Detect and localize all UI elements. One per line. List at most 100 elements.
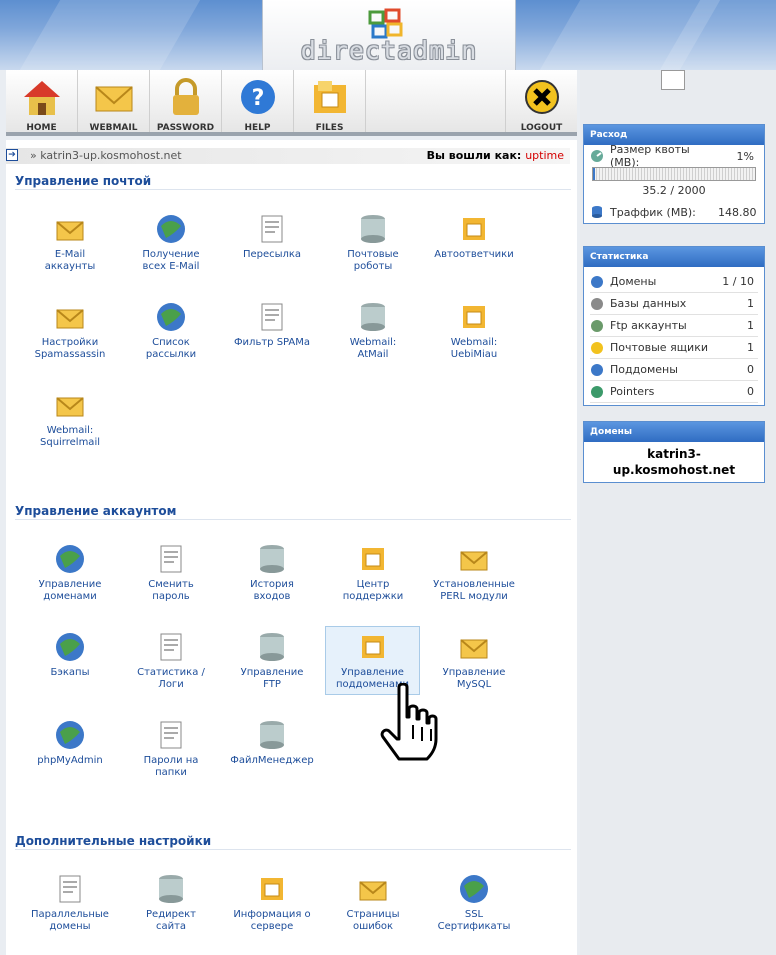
menu-item[interactable]: Webmail: AtMail bbox=[325, 300, 421, 361]
menu-item[interactable]: Webmail: UebiMiau bbox=[426, 300, 522, 361]
stats-label: Поддомены bbox=[610, 363, 678, 376]
toolbar-webmail-button[interactable]: WEBMAIL bbox=[78, 70, 150, 133]
menu-item-label-line1: Управление bbox=[442, 667, 506, 678]
menu-item-label-line1: Бэкапы bbox=[50, 667, 90, 678]
menu-item-icon bbox=[362, 548, 384, 570]
menu-item-label-line2: Логи bbox=[158, 679, 184, 690]
quota-progress-bar bbox=[592, 167, 756, 181]
menu-item[interactable]: Список рассылки bbox=[123, 300, 219, 361]
domains-title: Домены bbox=[584, 422, 764, 442]
envelope-icon bbox=[78, 77, 149, 120]
menu-item-label-line1: Страницы bbox=[346, 909, 400, 920]
toolbar-files-button[interactable]: FILES bbox=[294, 70, 366, 133]
menu-item-label-line2: аккаунты bbox=[44, 261, 96, 272]
menu-item[interactable]: История входов bbox=[224, 542, 320, 603]
menu-item[interactable]: Управление доменами bbox=[22, 542, 118, 603]
menu-item-label-line2: пароль bbox=[152, 591, 190, 602]
stats-value: 1 bbox=[747, 319, 754, 332]
menu-item-label-line1: phpMyAdmin bbox=[37, 755, 103, 766]
stats-row: Домены 1 / 10 bbox=[590, 271, 758, 293]
menu-item-icon bbox=[56, 633, 84, 661]
expand-arrow-icon[interactable]: ➔ bbox=[6, 149, 18, 161]
toolbar-home-button[interactable]: HOME bbox=[6, 70, 78, 133]
menu-item[interactable]: Webmail: Squirrelmail bbox=[22, 388, 118, 449]
menu-item[interactable]: SSL Сертификаты bbox=[426, 872, 522, 933]
menu-item-label-line2: рассылки bbox=[145, 349, 197, 360]
menu-item-label-line1: Webmail: bbox=[349, 337, 397, 348]
menu-item[interactable]: Получение всех E-Mail bbox=[123, 212, 219, 273]
stats-label: Pointers bbox=[610, 385, 655, 398]
domains-panel: Домены katrin3-up.kosmohost.net bbox=[583, 421, 765, 483]
stats-icon bbox=[591, 363, 603, 376]
menu-item[interactable]: Автоответчики bbox=[426, 212, 522, 261]
toolbar-webmail-label: WEBMAIL bbox=[89, 123, 138, 133]
breadcrumb-path: » katrin3-up.kosmohost.net bbox=[30, 149, 182, 162]
menu-item[interactable]: E-Mail аккаунты bbox=[22, 212, 118, 273]
svg-text:?: ? bbox=[251, 86, 264, 111]
files-icon bbox=[294, 77, 365, 120]
stats-label: Домены bbox=[610, 275, 657, 288]
section-title-account: Управление аккаунтом bbox=[15, 504, 571, 520]
menu-item-label-line1: Статистика / bbox=[137, 667, 205, 678]
quota-label: Размер квоты (MB): bbox=[610, 143, 690, 169]
menu-item-icon bbox=[361, 303, 385, 331]
menu-item[interactable]: Настройки Spamassassin bbox=[22, 300, 118, 361]
domain-link[interactable]: katrin3-up.kosmohost.net bbox=[584, 442, 764, 482]
menu-item-label-line2: всех E-Mail bbox=[142, 261, 200, 272]
menu-item-icon bbox=[56, 221, 84, 241]
menu-item-label-line1: Список bbox=[152, 337, 190, 348]
menu-item[interactable]: Сменить пароль bbox=[123, 542, 219, 603]
menu-item-label-line1: Сменить bbox=[148, 579, 194, 590]
traffic-value: 148.80 bbox=[718, 205, 757, 219]
menu-item-icon bbox=[463, 218, 485, 240]
toolbar-logout-button[interactable]: LOGOUT bbox=[505, 70, 577, 133]
quota-percent: 1% bbox=[736, 149, 754, 163]
menu-item[interactable]: Почтовые роботы bbox=[325, 212, 421, 273]
gauge-icon bbox=[591, 150, 603, 162]
brand-logo[interactable]: directadmin bbox=[262, 0, 516, 70]
breadcrumb: ➔ » katrin3-up.kosmohost.net Вы вошли ка… bbox=[6, 148, 570, 164]
breadcrumb-domain[interactable]: katrin3-up.kosmohost.net bbox=[40, 149, 181, 162]
menu-item-label-line2: Squirrelmail bbox=[40, 437, 100, 448]
stats-value: 1 bbox=[747, 297, 754, 310]
menu-item[interactable]: ФайлМенеджер bbox=[224, 718, 320, 767]
toolbar-files-label: FILES bbox=[315, 123, 344, 133]
traffic-label: Траффик (MB): bbox=[610, 205, 696, 219]
menu-item-icon bbox=[160, 721, 182, 749]
menu-item[interactable]: Центр поддержки bbox=[325, 542, 421, 603]
menu-item[interactable]: Страницы ошибок bbox=[325, 872, 421, 933]
menu-item-label-line1: Webmail: bbox=[450, 337, 498, 348]
menu-item-icon bbox=[59, 875, 81, 903]
menu-item-icon bbox=[56, 545, 84, 573]
menu-item[interactable]: Фильтр SPAMa bbox=[224, 300, 320, 349]
toolbar-help-button[interactable]: ? HELP bbox=[222, 70, 294, 133]
stats-label: Почтовые ящики bbox=[610, 341, 708, 354]
menu-item[interactable]: Информация о сервере bbox=[224, 872, 320, 933]
menu-item-label-line2: UebiMiau bbox=[450, 349, 498, 360]
menu-item[interactable]: Пересылка bbox=[224, 212, 320, 261]
menu-item[interactable]: Пароли на папки bbox=[123, 718, 219, 779]
menu-item[interactable]: Управление FTP bbox=[224, 630, 320, 691]
menu-item[interactable]: Управление MySQL bbox=[426, 630, 522, 691]
notes-icon[interactable] bbox=[661, 70, 685, 90]
toolbar-password-button[interactable]: PASSWORD bbox=[150, 70, 222, 133]
lock-icon bbox=[150, 77, 221, 120]
menu-item[interactable]: Параллельные домены bbox=[22, 872, 118, 933]
menu-item[interactable]: Установленные PERL модули bbox=[426, 542, 522, 603]
menu-item-label-line1: Автоответчики bbox=[434, 249, 514, 260]
stats-value: 1 bbox=[747, 341, 754, 354]
menu-item-icon bbox=[260, 545, 284, 573]
menu-item-label-line1: Фильтр SPAMa bbox=[233, 337, 311, 348]
menu-item[interactable]: Бэкапы bbox=[22, 630, 118, 679]
menu-item[interactable]: Редирект сайта bbox=[123, 872, 219, 933]
menu-item[interactable]: phpMyAdmin bbox=[22, 718, 118, 767]
menu-item[interactable]: Статистика / Логи bbox=[123, 630, 219, 691]
menu-item-label-line1: История bbox=[250, 579, 294, 590]
menu-item-label-line2: входов bbox=[253, 591, 291, 602]
menu-item-icon bbox=[261, 303, 283, 331]
traffic-row: Траффик (MB): 148.80 bbox=[590, 201, 758, 223]
hand-cursor-icon bbox=[380, 683, 438, 761]
menu-item-label-line2: поддержки bbox=[342, 591, 404, 602]
quota-progress-fill bbox=[593, 168, 595, 180]
